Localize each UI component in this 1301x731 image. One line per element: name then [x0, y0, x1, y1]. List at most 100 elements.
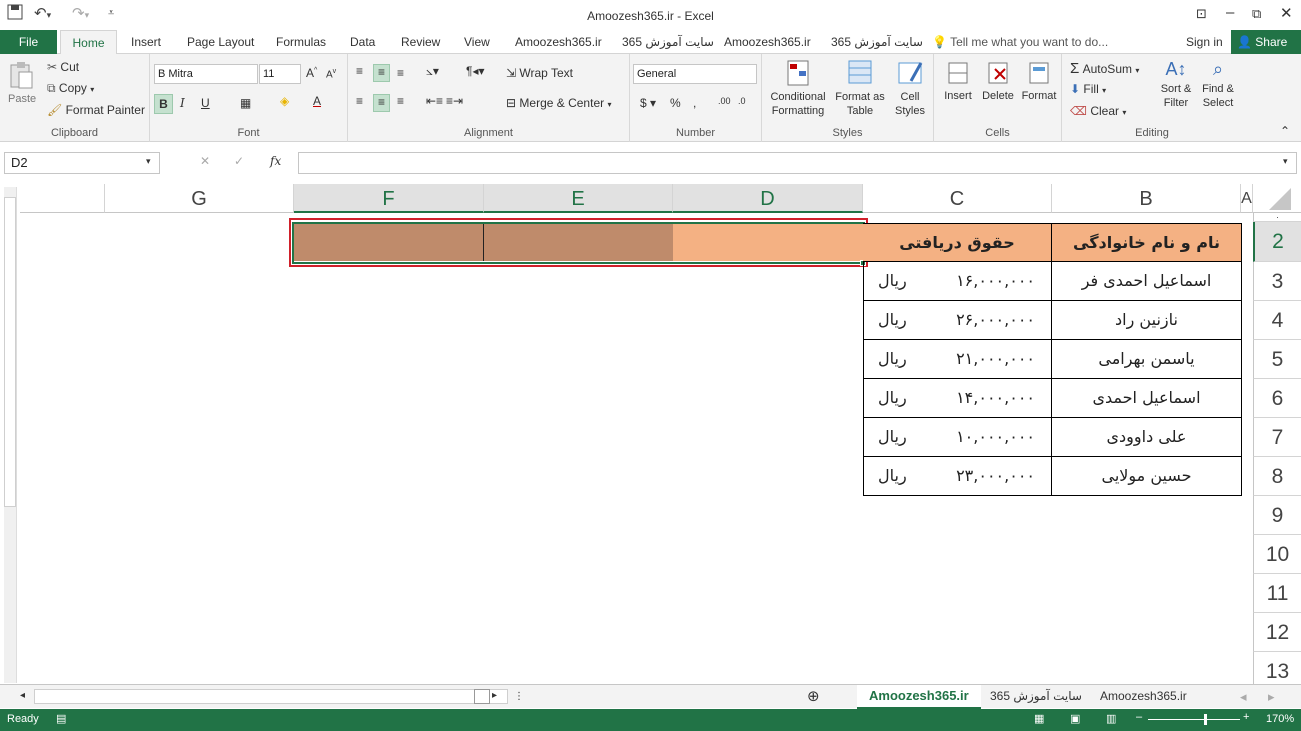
autosum-button[interactable]: Σ AutoSum ▾ [1070, 60, 1139, 77]
tab-site-2[interactable]: سایت آموزش 365 [831, 35, 923, 49]
sheet-scroll-next-icon[interactable]: ▸ [1268, 689, 1275, 705]
horizontal-scroll-thumb[interactable] [474, 689, 490, 704]
name-box[interactable]: D2 [4, 152, 160, 174]
sort-filter-button[interactable]: A↕ Sort & Filter [1156, 59, 1196, 110]
row-header-1[interactable]: · [1253, 213, 1301, 222]
tab-amoozesh-2[interactable]: Amoozesh365.ir [724, 35, 811, 49]
middle-align-icon[interactable]: ≡ [373, 64, 390, 82]
collapse-ribbon-icon[interactable]: ⌃ [1280, 124, 1290, 138]
row-header-11[interactable]: 11 [1253, 574, 1301, 613]
increase-indent-icon[interactable]: ≡⇥ [446, 94, 463, 108]
salary-cell[interactable]: ریال ۱۰,۰۰۰,۰۰۰ [863, 418, 1052, 457]
format-as-table-button[interactable]: Format as Table [834, 59, 886, 118]
name-cell[interactable]: نازنین راد [1052, 301, 1242, 340]
column-header-b[interactable]: B [1052, 184, 1241, 213]
formula-input[interactable] [298, 152, 1297, 174]
number-format-select[interactable]: General [633, 64, 757, 84]
row-header-8[interactable]: 8 [1253, 457, 1301, 496]
split-handle-icon[interactable]: ⋮ [514, 691, 524, 702]
zoom-in-icon[interactable]: + [1243, 711, 1249, 723]
zoom-slider-thumb[interactable] [1204, 714, 1207, 725]
ribbon-display-icon[interactable]: ⊡ [1196, 6, 1207, 22]
decrease-indent-icon[interactable]: ⇤≡ [426, 94, 443, 108]
center-icon[interactable]: ≡ [373, 94, 390, 112]
row-header-12[interactable]: 12 [1253, 613, 1301, 652]
insert-function-icon[interactable]: fx [270, 154, 281, 168]
tab-review[interactable]: Review [401, 35, 440, 49]
row-header-10[interactable]: 10 [1253, 535, 1301, 574]
horizontal-scrollbar[interactable] [34, 689, 508, 704]
select-all-corner[interactable] [1253, 184, 1301, 213]
tab-insert[interactable]: Insert [131, 35, 161, 49]
salary-cell[interactable]: ریال ۲۳,۰۰۰,۰۰۰ [863, 457, 1052, 496]
tab-amoozesh-1[interactable]: Amoozesh365.ir [515, 35, 602, 49]
underline-button[interactable]: U [201, 96, 210, 110]
row-header-2[interactable]: 2 [1253, 222, 1301, 262]
find-select-button[interactable]: ⌕ Find & Select [1198, 59, 1238, 110]
cut-button[interactable]: ✂ Cut [47, 60, 79, 74]
salary-cell[interactable]: ریال ۲۱,۰۰۰,۰۰۰ [863, 340, 1052, 379]
fill-color-icon[interactable]: ◈ [280, 94, 289, 108]
clear-button[interactable]: ⌫ Clear ▾ [1070, 104, 1126, 118]
tab-formulas[interactable]: Formulas [276, 35, 326, 49]
bottom-align-icon[interactable]: ≡ [397, 66, 404, 80]
font-size-select[interactable]: 11 [259, 64, 301, 84]
salary-cell[interactable]: ریال ۱۶,۰۰۰,۰۰۰ [863, 262, 1052, 301]
percent-icon[interactable]: % [670, 96, 681, 110]
name-cell[interactable]: یاسمن بهرامی [1052, 340, 1242, 379]
zoom-level[interactable]: 170% [1266, 713, 1294, 725]
restore-icon[interactable]: ⧉ [1252, 6, 1261, 22]
grow-font-button[interactable]: A^ [306, 66, 317, 80]
cancel-entry-icon[interactable]: ✕ [200, 154, 210, 168]
name-box-dropdown-icon[interactable]: ▾ [146, 156, 151, 167]
tell-me-search[interactable]: 💡 Tell me what you want to do... [932, 35, 1108, 49]
delete-cells-button[interactable]: Delete [980, 59, 1016, 102]
confirm-entry-icon[interactable]: ✓ [234, 154, 244, 168]
zoom-slider[interactable] [1148, 719, 1240, 720]
row-header-7[interactable]: 7 [1253, 418, 1301, 457]
font-color-icon[interactable]: A [313, 94, 321, 108]
column-header-a[interactable]: A [1241, 184, 1253, 213]
sheet-scroll-prev-icon[interactable]: ◂ [1240, 689, 1247, 705]
new-sheet-icon[interactable]: ⊕ [807, 687, 820, 705]
name-cell[interactable]: علی داوودی [1052, 418, 1242, 457]
zoom-out-icon[interactable]: – [1136, 711, 1142, 723]
shrink-font-button[interactable]: Av [326, 68, 336, 80]
scroll-right-icon[interactable]: ▸ [492, 690, 497, 701]
sheet-tab-site[interactable]: سایت آموزش 365 [990, 689, 1082, 703]
sheet-tab-amoozesh-active[interactable]: Amoozesh365.ir [857, 685, 981, 709]
tab-file[interactable]: File [0, 30, 57, 54]
top-align-icon[interactable]: ≡ [356, 64, 363, 78]
row-header-9[interactable]: 9 [1253, 496, 1301, 535]
row-header-4[interactable]: 4 [1253, 301, 1301, 340]
merge-center-button[interactable]: ⊟ Merge & Center ▾ [506, 96, 611, 110]
column-header-c[interactable]: C [863, 184, 1052, 213]
rtl-icon[interactable]: ¶◂▾ [466, 64, 485, 78]
name-cell[interactable]: اسماعیل احمدی [1052, 379, 1242, 418]
row-header-13[interactable]: 13 [1253, 652, 1301, 684]
macro-record-icon[interactable]: ▤ [56, 712, 66, 725]
comma-icon[interactable]: , [693, 96, 696, 110]
salary-cell[interactable]: ریال ۱۴,۰۰۰,۰۰۰ [863, 379, 1052, 418]
column-header-g[interactable]: G [105, 184, 294, 213]
header-name[interactable]: نام و نام خانوادگی [1052, 223, 1242, 262]
increase-decimal-icon[interactable]: .00 [718, 96, 731, 106]
column-header-f[interactable]: F [294, 184, 484, 213]
normal-view-icon[interactable]: ▦ [1034, 712, 1044, 725]
minimize-icon[interactable]: – [1226, 4, 1234, 21]
conditional-formatting-button[interactable]: Conditional Formatting [768, 59, 828, 118]
row-header-3[interactable]: 3 [1253, 262, 1301, 301]
sign-in-link[interactable]: Sign in [1186, 35, 1223, 49]
orientation-icon[interactable]: ⦣▾ [426, 64, 439, 79]
close-icon[interactable]: ✕ [1280, 4, 1293, 22]
vertical-scrollbar[interactable] [4, 187, 17, 683]
page-layout-view-icon[interactable]: ▣ [1070, 712, 1080, 725]
bold-button[interactable]: B [154, 94, 173, 114]
italic-button[interactable]: I [180, 96, 185, 110]
font-name-select[interactable]: B Mitra [154, 64, 258, 84]
format-painter-button[interactable]: 🖌 Format Painter [47, 103, 145, 117]
format-cells-button[interactable]: Format [1020, 59, 1058, 102]
borders-icon[interactable]: ▦ [240, 96, 251, 110]
expand-formula-icon[interactable]: ▾ [1283, 156, 1288, 167]
row-header-6[interactable]: 6 [1253, 379, 1301, 418]
